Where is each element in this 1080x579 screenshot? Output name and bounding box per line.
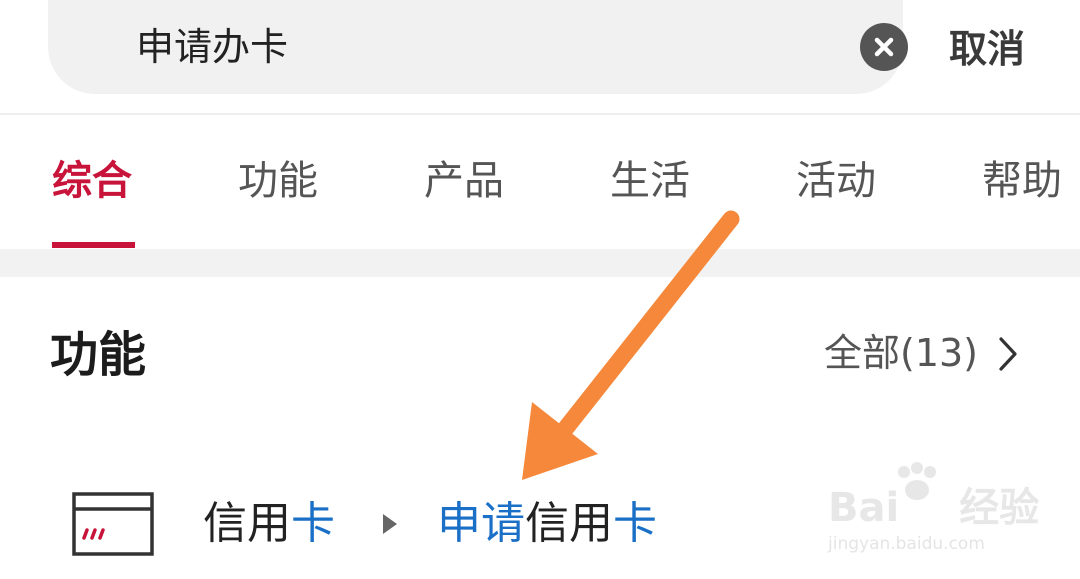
see-all-label: 全部(13): [824, 331, 979, 375]
category-tabs: 综合 功能 产品 生活 活动 帮助: [0, 115, 1080, 249]
breadcrumb-parent: 信用卡: [203, 496, 335, 552]
breadcrumb-parent-text: 信用: [203, 498, 291, 549]
tab-comprehensive[interactable]: 综合: [52, 155, 132, 207]
close-circle-icon[interactable]: [860, 23, 908, 71]
triangle-right-icon: [383, 514, 397, 534]
search-input[interactable]: 申请办卡: [48, 0, 908, 94]
list-item[interactable]: 信用卡 申请信用卡: [0, 478, 1080, 568]
tab-activity[interactable]: 活动: [796, 155, 876, 207]
breadcrumb-parent-highlight: 卡: [291, 498, 335, 549]
result-title-text: 信用: [525, 498, 613, 549]
result-title: 申请信用卡: [437, 496, 657, 552]
search-query-text[interactable]: 申请办卡: [136, 22, 288, 72]
chevron-right-icon: [999, 337, 1017, 371]
result-title-highlight: 申请: [437, 498, 525, 549]
see-all-link[interactable]: 全部(13): [824, 330, 1019, 376]
tab-life[interactable]: 生活: [610, 155, 690, 207]
result-title-highlight-2: 卡: [613, 498, 657, 549]
section-separator: [0, 249, 1080, 277]
credit-card-icon: [72, 492, 154, 556]
tab-product[interactable]: 产品: [424, 155, 504, 207]
search-header: 申请办卡 取消: [0, 0, 1080, 112]
tab-help[interactable]: 帮助: [982, 155, 1062, 207]
tab-function[interactable]: 功能: [238, 155, 318, 207]
section-title: 功能: [50, 327, 147, 383]
active-tab-indicator: [52, 242, 135, 248]
cancel-button[interactable]: 取消: [949, 24, 1025, 74]
